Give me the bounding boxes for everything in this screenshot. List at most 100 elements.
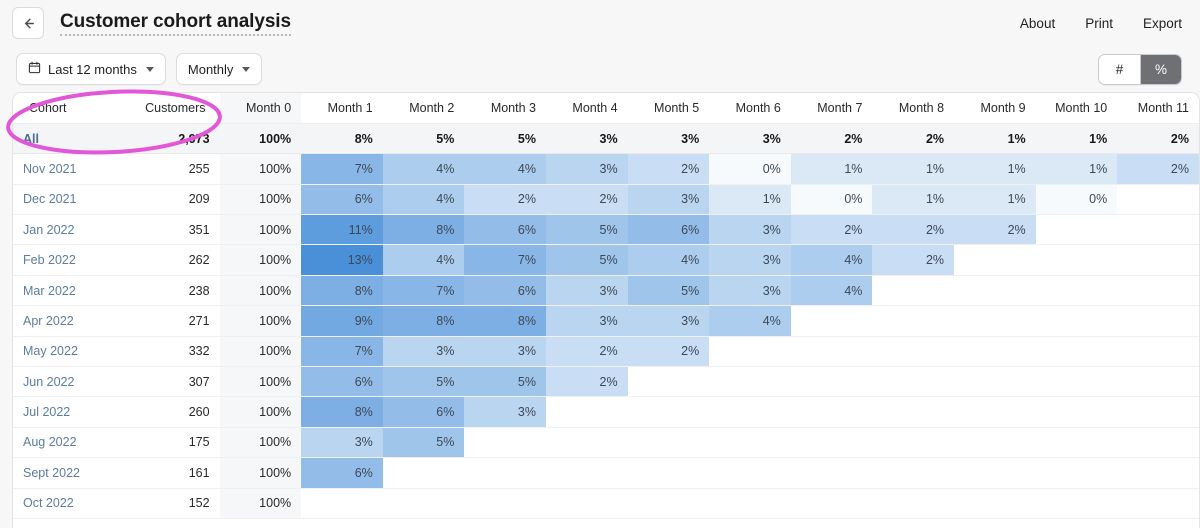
heatmap-cell-m4: 3% (545, 275, 628, 307)
heatmap-cell-m11 (1117, 336, 1199, 368)
heatmap-cell-m5: 5% (627, 275, 710, 307)
table-row: Jan 2022 351 100% 11% 8% 6% 5% 6% 3% 2% 2% 2% (13, 214, 1199, 246)
cohort-link[interactable]: Dec 2021 (13, 184, 126, 216)
customers-value: 351 (125, 214, 220, 246)
unit-toggle-count[interactable]: # (1099, 54, 1140, 84)
date-range-selector[interactable]: Last 12 months (16, 53, 166, 85)
heatmap-cell-m7 (790, 457, 873, 489)
print-link[interactable]: Print (1085, 16, 1113, 31)
cohort-link[interactable]: Oct 2022 (13, 488, 126, 519)
about-link[interactable]: About (1020, 16, 1055, 31)
export-link[interactable]: Export (1143, 16, 1182, 31)
heatmap-cell-m11 (1117, 244, 1199, 276)
heatmap-cell-m1: 7% (301, 336, 383, 368)
cohort-table: Cohort Customers Month 0 Month 1 Month 2 Mont… (13, 93, 1199, 519)
heatmap-cell-m6 (709, 336, 791, 368)
heatmap-cell-m8 (872, 396, 955, 428)
heatmap-cell-m10: 1% (1035, 123, 1118, 155)
column-header-month-9: Month 9 (954, 93, 1036, 124)
heatmap-cell-m1: 9% (301, 305, 383, 337)
heatmap-cell-m11 (1117, 214, 1199, 246)
heatmap-cell-m0: 100% (219, 457, 302, 489)
heatmap-cell-m9 (954, 336, 1036, 368)
heatmap-cell-m3: 4% (464, 153, 546, 185)
heatmap-cell-m8 (872, 336, 955, 368)
heatmap-cell-m3: 6% (464, 214, 546, 246)
column-header-month-4: Month 4 (545, 93, 628, 124)
heatmap-cell-m7 (790, 366, 873, 398)
customers-value: 152 (125, 488, 220, 519)
cohort-link[interactable]: Mar 2022 (13, 275, 126, 307)
cohort-link[interactable]: May 2022 (13, 336, 126, 368)
back-button[interactable] (12, 7, 44, 39)
heatmap-cell-m9 (954, 488, 1036, 519)
customers-value: 161 (125, 457, 220, 489)
cohort-link[interactable]: Apr 2022 (13, 305, 126, 337)
heatmap-cell-m3: 6% (464, 275, 546, 307)
cohort-link[interactable]: Feb 2022 (13, 244, 126, 276)
heatmap-cell-m10 (1035, 275, 1118, 307)
heatmap-cell-m4: 2% (545, 336, 628, 368)
column-header-month-0: Month 0 (219, 93, 302, 124)
heatmap-cell-m4 (545, 396, 628, 428)
heatmap-cell-m2: 8% (382, 305, 465, 337)
customers-value: 271 (125, 305, 220, 337)
heatmap-cell-m1: 8% (301, 275, 383, 307)
heatmap-cell-m0: 100% (219, 427, 302, 459)
column-header-month-3: Month 3 (464, 93, 546, 124)
heatmap-cell-m1: 6% (301, 184, 383, 216)
heatmap-cell-m1: 8% (301, 123, 383, 155)
cohort-table-card: Cohort Customers Month 0 Month 1 Month 2 Mont… (12, 92, 1200, 528)
heatmap-cell-m5: 4% (627, 244, 710, 276)
granularity-selector[interactable]: Monthly (175, 53, 263, 85)
heatmap-cell-m4: 3% (545, 305, 628, 337)
unit-toggle-percent[interactable]: % (1140, 54, 1181, 84)
page-title: Customer cohort analysis (60, 10, 291, 37)
heatmap-cell-m4 (545, 457, 628, 489)
customers-value: 175 (125, 427, 220, 459)
heatmap-cell-m0: 100% (219, 336, 302, 368)
column-header-month-1: Month 1 (301, 93, 383, 124)
table-header: Cohort Customers Month 0 Month 1 Month 2 Mont… (13, 93, 1199, 124)
heatmap-cell-m6 (709, 427, 791, 459)
table-row: Dec 2021 209 100% 6% 4% 2% 2% 3% 1% 0% 1% 1% 0% (13, 184, 1199, 216)
heatmap-cell-m4: 5% (545, 244, 628, 276)
heatmap-cell-m10 (1035, 366, 1118, 398)
heatmap-cell-m10 (1035, 244, 1118, 276)
heatmap-cell-m0: 100% (219, 275, 302, 307)
cohort-link[interactable]: Jul 2022 (13, 396, 126, 428)
heatmap-cell-m6 (709, 457, 791, 489)
heatmap-cell-m9: 1% (954, 184, 1036, 216)
heatmap-cell-m2: 4% (382, 244, 465, 276)
heatmap-cell-m6: 3% (709, 275, 791, 307)
cohort-link[interactable]: Aug 2022 (13, 427, 126, 459)
heatmap-cell-m6: 0% (709, 153, 791, 185)
heatmap-cell-m1: 6% (301, 366, 383, 398)
heatmap-cell-m9 (954, 457, 1036, 489)
heatmap-cell-m7: 4% (790, 275, 873, 307)
heatmap-cell-m4: 5% (545, 214, 628, 246)
heatmap-cell-m9 (954, 366, 1036, 398)
cohort-link[interactable]: Jan 2022 (13, 214, 126, 246)
heatmap-cell-m5 (627, 488, 710, 519)
table-row: Mar 2022 238 100% 8% 7% 6% 3% 5% 3% 4% (13, 275, 1199, 307)
cohort-link[interactable]: Nov 2021 (13, 153, 126, 185)
heatmap-cell-m11: 2% (1117, 123, 1199, 155)
table-row: May 2022 332 100% 7% 3% 3% 2% 2% (13, 336, 1199, 368)
chevron-down-icon (242, 66, 251, 72)
heatmap-cell-m4: 3% (545, 123, 628, 155)
customers-value: 260 (125, 396, 220, 428)
column-header-month-7: Month 7 (790, 93, 873, 124)
heatmap-cell-m10 (1035, 427, 1118, 459)
cohort-link[interactable]: Sept 2022 (13, 457, 126, 489)
table-row: Nov 2021 255 100% 7% 4% 4% 3% 2% 0% 1% 1% 1% 1% 2% (13, 153, 1199, 185)
heatmap-cell-m5: 3% (627, 305, 710, 337)
granularity-label: Monthly (187, 61, 234, 77)
cohort-link[interactable]: All (13, 123, 126, 155)
heatmap-cell-m0: 100% (219, 214, 302, 246)
heatmap-cell-m7 (790, 488, 873, 519)
heatmap-cell-m11 (1117, 457, 1199, 489)
cohort-link[interactable]: Jun 2022 (13, 366, 126, 398)
customers-value: 307 (125, 366, 220, 398)
heatmap-cell-m5: 3% (627, 123, 710, 155)
